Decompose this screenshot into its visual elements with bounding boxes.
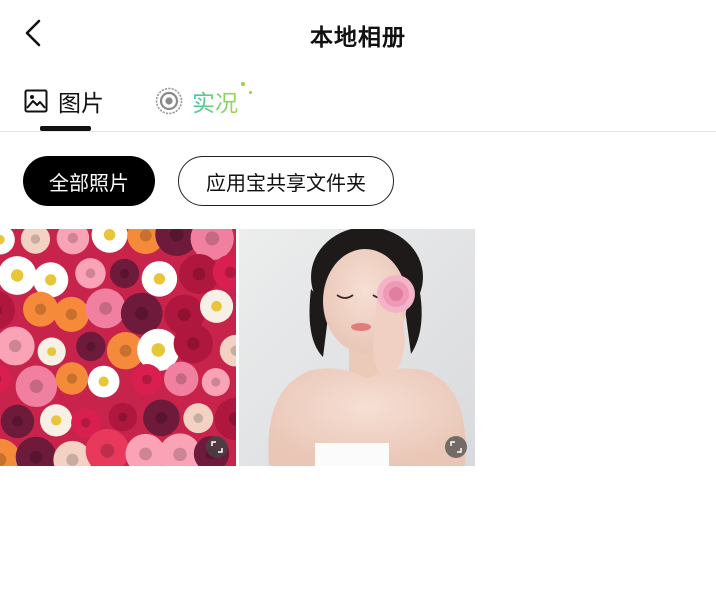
live-photo-icon (155, 87, 183, 115)
photo-grid (0, 229, 716, 466)
expand-button[interactable] (445, 436, 467, 458)
header: 本地相册 (0, 0, 716, 66)
expand-button[interactable] (206, 436, 228, 458)
filter-shared-folder[interactable]: 应用宝共享文件夹 (178, 156, 394, 206)
tab-photos-label: 图片 (58, 91, 104, 117)
tab-live[interactable]: 实况 (155, 82, 252, 118)
expand-icon (450, 441, 462, 453)
filter-all-photos[interactable]: 全部照片 (23, 156, 155, 206)
tab-live-label: 实况 (192, 84, 238, 118)
sparkle-dot (241, 82, 245, 86)
image-icon (24, 89, 48, 113)
expand-icon (211, 441, 223, 453)
tab-divider (0, 131, 716, 132)
page-title: 本地相册 (310, 25, 406, 51)
sparkle-dot (249, 91, 252, 94)
flower-wall-image (0, 229, 236, 466)
photo-thumbnail-portrait[interactable] (239, 229, 475, 466)
photo-thumbnail-flowers[interactable] (0, 229, 236, 466)
tab-bar: 图片 实况 (0, 72, 716, 132)
local-album-screen: 本地相册 图片 实况 全部照片 应用宝共享文件夹 (0, 0, 716, 601)
tab-photos[interactable]: 图片 (24, 84, 104, 118)
portrait-image (239, 229, 475, 466)
